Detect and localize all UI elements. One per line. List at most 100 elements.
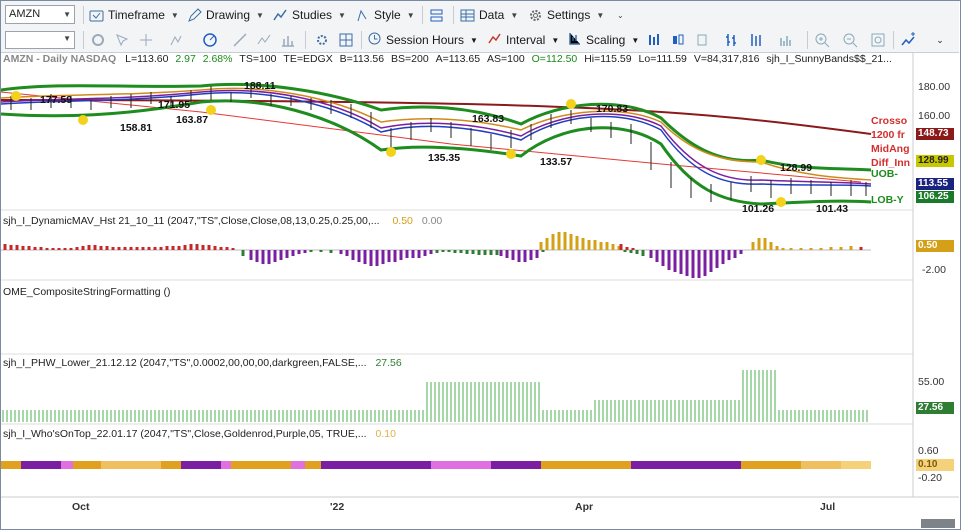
target-icon[interactable]	[201, 31, 219, 49]
volume-bars-icon[interactable]	[777, 31, 795, 49]
ohlc-icon[interactable]	[723, 31, 741, 49]
price-annotation: 171.95	[158, 99, 191, 111]
settings-button[interactable]: Settings ▼	[528, 6, 604, 24]
price-annotation: 135.35	[428, 152, 461, 164]
chevron-down-icon: ▼	[596, 10, 605, 20]
phw-value: 27.56	[375, 357, 402, 369]
more-button[interactable]: ⌄	[611, 6, 624, 24]
interval-label: Interval	[506, 33, 546, 47]
chevron-down-icon: ▼	[551, 35, 560, 45]
add-chart-icon[interactable]	[899, 31, 917, 49]
interval-button[interactable]: Interval ▼	[487, 31, 559, 49]
pencil-icon	[187, 7, 202, 23]
zoom-out-icon[interactable]	[841, 31, 859, 49]
timeframe-label: Timeframe	[108, 8, 165, 22]
session-hours-button[interactable]: Session Hours ▼	[367, 31, 478, 49]
scaling-label: Scaling	[586, 33, 626, 47]
price-tag: 27.56	[916, 402, 954, 414]
timeframe-icon	[89, 8, 104, 23]
dynamic-mav-value: 0.50	[392, 215, 413, 227]
more-options-icon[interactable]: ⌄	[931, 31, 949, 49]
horizontal-scrollbar-thumb[interactable]	[921, 519, 955, 528]
studies-button[interactable]: Studies ▼	[273, 6, 346, 24]
chart-type-icon[interactable]	[255, 31, 273, 49]
axis-label: -2.00	[922, 264, 946, 276]
price-annotation: 170.83	[596, 103, 629, 115]
zoom-in-icon[interactable]	[813, 31, 831, 49]
axis-label: 0.60	[918, 445, 939, 457]
cursor-icon[interactable]	[113, 31, 131, 49]
time-axis-label: Oct	[72, 501, 90, 513]
chevron-down-icon[interactable]: ▼	[63, 34, 71, 43]
chevron-down-icon: ▼	[510, 10, 519, 20]
price-annotation: 101.26	[742, 203, 775, 215]
grid-icon[interactable]	[337, 31, 355, 49]
trendline-icon[interactable]	[231, 31, 249, 49]
hollow-candle-icon[interactable]	[693, 31, 711, 49]
trend-line-red	[1, 91, 862, 183]
crosshair-icon[interactable]	[137, 31, 155, 49]
study-label: LOB-Y	[871, 194, 904, 206]
price-annotation: 163.87	[176, 114, 209, 126]
sync-icon[interactable]	[89, 31, 107, 49]
pane-title-composite: OME_CompositeStringFormatting ()	[3, 286, 171, 298]
price-annotation: 133.57	[540, 156, 573, 168]
price-axis-label: 160.00	[918, 110, 951, 122]
dynamic-mav-histogram	[1, 232, 871, 278]
chevron-down-icon: ▼	[406, 10, 415, 20]
study-label: Crosso	[871, 115, 908, 127]
axis-label: -0.20	[918, 472, 942, 484]
settings-label: Settings	[547, 8, 591, 22]
data-button[interactable]: Data ▼	[460, 6, 518, 24]
gear-icon	[528, 8, 543, 23]
data-tip-icon[interactable]	[167, 31, 185, 49]
data-grid-icon	[460, 8, 475, 23]
pane-title-phw: sjh_I_PHW_Lower_21.12.12 (2047,"TS",0.00…	[3, 357, 402, 369]
studies-label: Studies	[292, 8, 333, 22]
timeframe-button[interactable]: Timeframe ▼	[89, 6, 179, 24]
scaling-button[interactable]: Scaling ▼	[567, 31, 639, 49]
candlestick-icon[interactable]	[669, 31, 687, 49]
style-button[interactable]: Style ▼	[355, 6, 415, 24]
toolbar-divider	[83, 6, 84, 24]
main-toolbar: AMZN ▼ Timeframe ▼ Drawing ▼ Studies ▼ S…	[1, 1, 959, 29]
dynamic-mav-title: sjh_I_DynamicMAV_Hst 21_10_11 (2047,"TS"…	[3, 215, 380, 227]
chevron-down-icon: ▼	[631, 35, 640, 45]
clock-icon	[367, 31, 382, 49]
price-annotation: 158.81	[120, 122, 153, 134]
chevron-down-icon[interactable]: ▼	[63, 6, 71, 23]
toolbar-divider	[807, 31, 808, 49]
whos-on-top-strip	[1, 461, 871, 469]
phw-histogram	[2, 370, 868, 422]
dynamic-mav-zero: 0.00	[421, 215, 443, 227]
toolbar-divider	[453, 6, 454, 24]
hlc-icon[interactable]	[747, 31, 765, 49]
analysis-icon[interactable]	[279, 31, 297, 49]
style-label: Style	[374, 8, 401, 22]
link-button[interactable]	[429, 6, 448, 24]
toolbar-divider	[83, 31, 84, 49]
price-annotation: 163.83	[472, 113, 505, 125]
price-annotation: 101.43	[816, 203, 849, 215]
time-axis-label: '22	[330, 501, 345, 513]
toolbar-divider	[893, 31, 894, 49]
interval-input[interactable]: ▼	[5, 31, 75, 49]
chevron-down-icon: ▼	[470, 35, 478, 45]
symbol-value: AMZN	[9, 8, 41, 20]
style-icon	[355, 8, 370, 23]
properties-icon[interactable]	[313, 31, 331, 49]
chevron-down-icon: ▼	[338, 10, 346, 20]
bar-chart-icon[interactable]	[645, 31, 663, 49]
whos-on-top-value: 0.10	[375, 428, 396, 440]
symbol-selector[interactable]: AMZN ▼	[5, 5, 75, 24]
drawing-button[interactable]: Drawing ▼	[187, 6, 264, 24]
price-annotation: 188.11	[244, 80, 276, 92]
study-label: 1200 fr	[871, 129, 905, 141]
drawing-label: Drawing	[206, 8, 251, 22]
zoom-fit-icon[interactable]	[869, 31, 887, 49]
price-tag: 106.25	[916, 191, 954, 203]
chevron-down-icon: ⌄	[617, 10, 624, 20]
toolbar-divider	[361, 31, 362, 49]
studies-icon	[273, 8, 288, 23]
price-axis-label: 180.00	[918, 81, 951, 93]
